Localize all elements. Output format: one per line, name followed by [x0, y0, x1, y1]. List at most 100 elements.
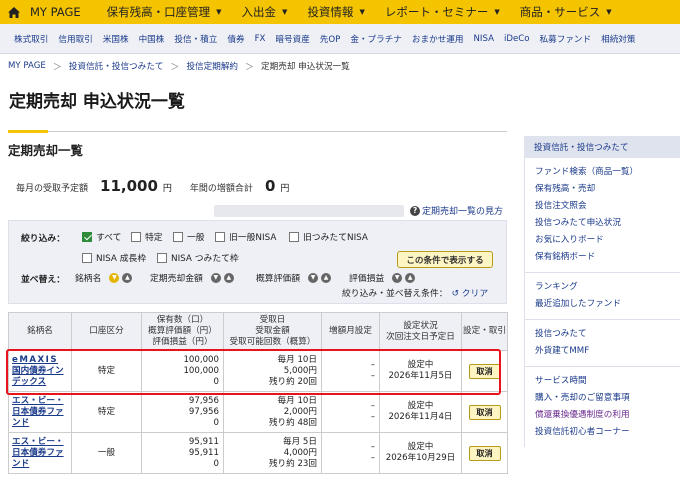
subnav-link-stock[interactable]: 株式取引 [14, 33, 48, 45]
sidebar-link-fund-search[interactable]: ファンド検索（商品一覧） [535, 164, 680, 181]
checkbox[interactable] [173, 231, 183, 242]
filter-checkbox-nisa-tsumitate[interactable]: NISA つみたて枠 [157, 251, 239, 264]
topnav-item-mypage[interactable]: MY PAGE [28, 5, 91, 19]
sort-up-icon[interactable]: ▲ [223, 272, 234, 283]
sidebar-link-notes[interactable]: 購入・売却のご留意事項 [535, 390, 680, 407]
subnav-link-margin[interactable]: 信用取引 [58, 33, 92, 45]
sidebar-link-redemption-switch[interactable]: 償還乗換優遇制度の利用 [535, 407, 680, 424]
sort-field-label: 概算評価額 [256, 274, 300, 284]
guide-link[interactable]: ? 定期売却一覧の見方 [410, 204, 503, 217]
sort-up-icon[interactable]: ▲ [122, 272, 133, 283]
home-icon [8, 6, 20, 18]
topnav-item-deposit[interactable]: 入出金 ▼ [232, 4, 298, 20]
breadcrumb-link-periodic-cancel[interactable]: 投信定期解約 [186, 60, 238, 72]
fund-name-link[interactable]: エス・ビー・ 日本債券ファ ンド [12, 437, 64, 469]
breadcrumb-link-mypage[interactable]: MY PAGE [8, 61, 46, 71]
topnav-item-products[interactable]: 商品・サービス ▼ [510, 4, 622, 20]
sidebar-link-new-funds[interactable]: 最近追加したファンド [535, 296, 680, 313]
chevron-down-icon: ▼ [216, 8, 222, 16]
status-text: 設定中 [407, 401, 434, 411]
annual-increase-label: 年間の増額合計 [189, 184, 253, 194]
sidebar-link-foreign-mmf[interactable]: 外貨建てMMF [535, 343, 680, 360]
filter-checkbox-all[interactable]: すべて [82, 230, 121, 243]
account-type: 特定 [71, 391, 142, 433]
fund-name-link[interactable]: エス・ビー・ 日本債券ファ ンド [12, 396, 64, 428]
subnav-link-bonds[interactable]: 債券 [227, 33, 244, 45]
valuation: 95,911 [188, 447, 219, 458]
subnav-link-funds[interactable]: 投信・積立 [174, 33, 217, 45]
checkbox[interactable] [289, 231, 299, 242]
subnav-link-fx[interactable]: FX [255, 34, 266, 44]
sort-down-icon[interactable]: ▼ [308, 272, 318, 283]
topnav-label: MY PAGE [30, 5, 81, 19]
sort-field-label: 定期売却金額 [150, 274, 203, 284]
home-button[interactable] [0, 0, 28, 24]
sidebar-link-tsumitate-status[interactable]: 投信つみたて申込状況 [535, 215, 680, 232]
topnav-item-reports[interactable]: レポート・セミナー ▼ [375, 4, 510, 20]
sidebar-link-ranking[interactable]: ランキング [535, 279, 680, 296]
header-line: 概算評価額（円） [148, 326, 217, 336]
clear-label: クリア [461, 289, 489, 299]
chevron-down-icon: ▼ [494, 8, 500, 16]
increase-cell: – – [321, 391, 380, 433]
subnav-link-crypto[interactable]: 暗号資産 [275, 33, 309, 45]
sort-up-icon[interactable]: ▲ [405, 272, 416, 283]
filter-checkbox-tokutei[interactable]: 特定 [131, 230, 163, 243]
sidebar-link-tsumitate[interactable]: 投信つみたて [535, 326, 680, 343]
topnav-label: 投資情報 [307, 5, 354, 19]
apply-filter-button[interactable]: この条件で表示する [397, 251, 493, 268]
subnav-link-ideco[interactable]: iDeCo [504, 34, 530, 44]
clear-button[interactable]: ↺ クリア [452, 286, 489, 299]
filter-checkbox-old-tsumitate-nisa[interactable]: 旧つみたてNISA [289, 230, 368, 243]
checkbox[interactable] [157, 252, 167, 263]
sidebar-link-order-inquiry[interactable]: 投信注文照会 [535, 198, 680, 215]
topnav-item-holdings[interactable]: 保有残高・口座管理 ▼ [91, 4, 232, 20]
breadcrumb: MY PAGE ＞ 投資信託・投信つみたて ＞ 投信定期解約 ＞ 定期売却 申込… [8, 58, 350, 74]
sidebar-link-service-hours[interactable]: サービス時間 [535, 373, 680, 390]
checkbox[interactable] [215, 231, 225, 242]
increase-value: – [370, 453, 375, 463]
sort-field-valuation: 概算評価額 ▼ ▲ [256, 271, 331, 284]
sort-up-icon[interactable]: ▲ [321, 272, 331, 283]
subnav-link-inheritance[interactable]: 相続対策 [601, 33, 635, 45]
subnav-link-futures[interactable]: 先OP [320, 33, 341, 45]
cancel-button[interactable]: 取消 [468, 404, 501, 420]
sort-down-icon[interactable]: ▼ [109, 272, 120, 283]
filter-checkbox-nisa-growth[interactable]: NISA 成長枠 [82, 251, 146, 264]
header-line: 受取金額 [255, 326, 290, 336]
header-line: 評価損益（円） [152, 337, 213, 347]
cancel-button[interactable]: 取消 [468, 445, 501, 461]
next-order-date: 2026年10月29日 [385, 453, 456, 463]
sort-down-icon[interactable]: ▼ [210, 272, 221, 283]
monthly-amount-unit: 円 [162, 184, 172, 194]
sidebar-link-beginners[interactable]: 投資信託初心者コーナー [535, 424, 680, 441]
redacted-area [214, 205, 404, 217]
subnav-link-us-stock[interactable]: 米国株 [103, 33, 129, 45]
fund-name-line: ンド [12, 458, 30, 469]
sidebar-header[interactable]: 投資信託・投信つみたて [524, 136, 680, 158]
sort-field-pl: 評価損益 ▼ ▲ [349, 271, 416, 284]
sidebar-link-favorites[interactable]: お気に入りボード [535, 232, 680, 249]
holdings-cell: 95,911 95,911 0 [141, 432, 224, 474]
checkbox[interactable] [82, 252, 92, 263]
breadcrumb-separator: ＞ [170, 62, 180, 73]
topnav-item-info[interactable]: 投資情報 ▼ [297, 4, 374, 20]
checkbox-label: すべて [96, 233, 122, 243]
filter-checkbox-ippan[interactable]: 一般 [173, 230, 205, 243]
subnav-link-gold[interactable]: 金・プラチナ [350, 33, 402, 45]
sub-nav: 株式取引 信用取引 米国株 中国株 投信・積立 債券 FX 暗号資産 先OP 金… [0, 24, 680, 54]
subnav-link-private-fund[interactable]: 私募ファンド [540, 33, 592, 45]
monthly-amount-label: 毎月の受取予定額 [16, 184, 89, 194]
checkbox[interactable] [131, 231, 141, 242]
subnav-link-china-stock[interactable]: 中国株 [139, 33, 165, 45]
subnav-link-nisa[interactable]: NISA [474, 34, 494, 44]
header-action: 設定・取引 [461, 312, 508, 351]
status-cell: 設定中 2026年10月29日 [379, 432, 462, 474]
sort-down-icon[interactable]: ▼ [392, 272, 403, 283]
subnav-link-robo[interactable]: おまかせ運用 [412, 33, 464, 45]
filter-checkbox-old-nisa[interactable]: 旧一般NISA [215, 230, 276, 243]
sidebar-link-holding-board[interactable]: 保有銘柄ボード [535, 249, 680, 266]
sidebar-link-holdings[interactable]: 保有残高・売却 [535, 181, 680, 198]
breadcrumb-link-funds[interactable]: 投資信託・投信つみたて [69, 60, 164, 72]
checkbox-checked[interactable] [82, 231, 92, 242]
